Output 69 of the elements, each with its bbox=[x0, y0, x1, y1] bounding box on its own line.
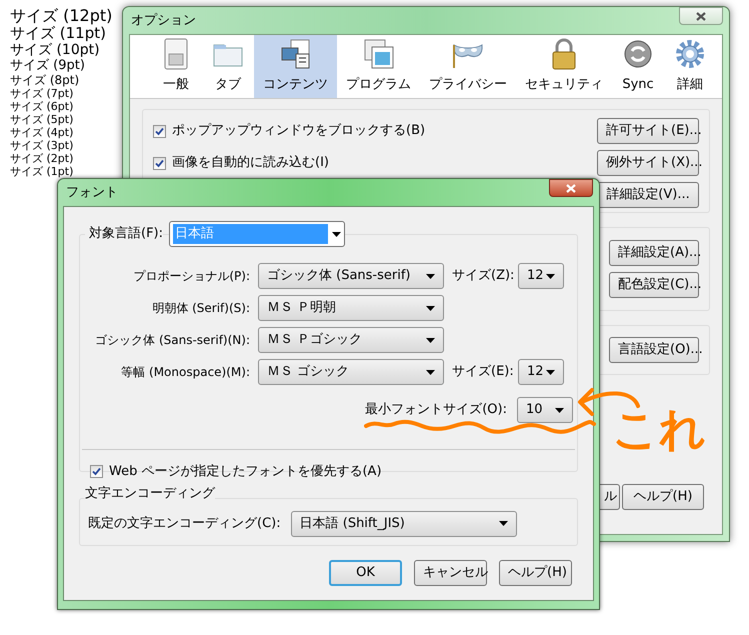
caret-icon bbox=[426, 370, 435, 374]
button[interactable]: 配色設定(C)... bbox=[609, 272, 699, 298]
button[interactable]: 言語設定(O)... bbox=[609, 337, 699, 363]
button[interactable]: ヘルプ(H) bbox=[622, 484, 704, 510]
size-sample-text: サイズ (1pt) bbox=[10, 166, 74, 179]
button[interactable]: 例外サイト(X)... bbox=[597, 150, 699, 176]
dropdown[interactable]: ＭＳ Ｐゴシック bbox=[258, 327, 444, 353]
size-sample-text: サイズ (9pt) bbox=[10, 59, 86, 74]
dialog-title: フォント bbox=[66, 184, 118, 202]
field-label: 最小フォントサイズ(O): bbox=[365, 401, 507, 420]
checkbox[interactable] bbox=[153, 156, 166, 170]
size-sample-text: サイズ (7pt) bbox=[10, 88, 74, 101]
size-sample-text: サイズ (2pt) bbox=[10, 153, 74, 166]
caret-icon bbox=[332, 232, 342, 236]
window-title: オプション bbox=[131, 12, 196, 30]
button[interactable]: キャンセル bbox=[414, 560, 487, 586]
dropdown[interactable]: ゴシック体 (Sans-serif) bbox=[258, 263, 444, 289]
field-label: 等幅 (Monospace)(M): bbox=[120, 364, 250, 381]
caret-icon bbox=[426, 306, 435, 310]
button[interactable]: 詳細設定(A)... bbox=[609, 240, 699, 266]
size-sample-text: サイズ (8pt) bbox=[10, 74, 80, 88]
checkbox[interactable] bbox=[153, 124, 166, 138]
size-sample-text: サイズ (5pt) bbox=[10, 114, 74, 127]
button[interactable]: OK bbox=[329, 560, 402, 586]
field-label: ゴシック体 (Sans-serif)(N): bbox=[94, 332, 250, 349]
document-image-icon bbox=[280, 38, 310, 68]
field-label: サイズ(E): bbox=[452, 363, 510, 382]
checkmark-icon bbox=[92, 467, 101, 476]
caret-icon bbox=[498, 521, 508, 526]
close-icon bbox=[696, 12, 706, 20]
checkbox-label: 画像を自動的に読み込む(I) bbox=[172, 154, 329, 172]
window-grid-icon bbox=[364, 38, 394, 68]
switch-icon bbox=[164, 38, 188, 70]
dropdown[interactable]: ＭＳ Ｐ明朝 bbox=[258, 295, 444, 321]
field-label: プロポーショナル(P): bbox=[132, 268, 250, 285]
checkbox-label: Web ページが指定したフォントを優先する(A) bbox=[109, 463, 382, 481]
button[interactable]: 許可サイト(E)... bbox=[597, 118, 699, 144]
handwritten-note: これ bbox=[612, 406, 706, 452]
dropdown[interactable]: 12 bbox=[518, 263, 564, 289]
dropdown[interactable]: 10 bbox=[517, 397, 573, 423]
size-sample-text: サイズ (10pt) bbox=[10, 43, 101, 58]
size-sample-text: サイズ (4pt) bbox=[10, 127, 74, 140]
dropdown[interactable]: ＭＳ ゴシック bbox=[258, 359, 444, 385]
sync-icon bbox=[623, 38, 653, 68]
caret-icon bbox=[546, 370, 555, 374]
size-sample-text: サイズ (3pt) bbox=[10, 140, 74, 153]
dropdown[interactable]: 日本語 (Shift_JIS) bbox=[290, 510, 517, 536]
caret-icon bbox=[546, 274, 555, 278]
caret-icon bbox=[426, 338, 435, 342]
gear-icon bbox=[675, 38, 705, 68]
dropdown[interactable]: 12 bbox=[518, 359, 564, 385]
toolbar-tab[interactable]: コンテンツ bbox=[254, 35, 337, 98]
size-sample-text: サイズ (6pt) bbox=[10, 101, 74, 114]
button[interactable]: ヘルプ(H) bbox=[499, 560, 572, 586]
caret-icon bbox=[426, 274, 435, 278]
checkmark-icon bbox=[155, 126, 164, 136]
padlock-icon bbox=[551, 38, 577, 70]
caret-icon bbox=[555, 408, 564, 412]
checkbox[interactable] bbox=[90, 465, 103, 478]
checkbox-label: ポップアップウィンドウをブロックする(B) bbox=[172, 122, 426, 140]
close-button[interactable] bbox=[679, 7, 723, 25]
close-button[interactable] bbox=[549, 179, 593, 197]
field-label: 明朝体 (Serif)(S): bbox=[151, 300, 250, 317]
button[interactable]: 詳細設定(V)... bbox=[597, 182, 699, 208]
size-sample-text: サイズ (11pt) bbox=[10, 26, 106, 42]
checkmark-icon bbox=[155, 158, 164, 168]
size-sample-text: サイズ (12pt) bbox=[10, 8, 112, 26]
field-label: 既定の文字エンコーディング(C): bbox=[88, 514, 281, 533]
close-icon bbox=[566, 184, 576, 192]
